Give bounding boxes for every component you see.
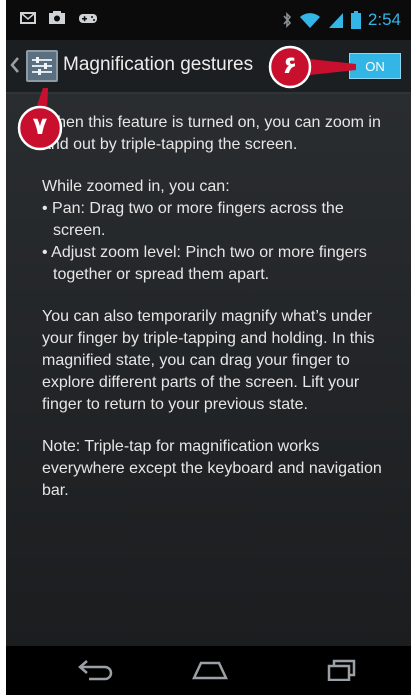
status-bar: 2:54 <box>6 0 411 40</box>
note-paragraph: Note: Triple-tap for magnification works… <box>42 438 382 499</box>
toggle-callout: ۶ <box>268 44 358 90</box>
description-text: When this feature is turned on, you can … <box>42 112 392 522</box>
clock: 2:54 <box>367 10 401 29</box>
email-icon <box>20 12 36 24</box>
accessibility-settings-icon[interactable] <box>26 50 58 82</box>
signal-icon <box>328 13 343 28</box>
zoom-intro: While zoomed in, you can: <box>42 178 230 195</box>
sliders-icon <box>32 57 52 75</box>
callout-number: ۶ <box>282 51 298 79</box>
temporary-magnify-paragraph: You can also temporarily magnify what’s … <box>42 308 375 413</box>
notification-icons <box>20 10 98 26</box>
intro-paragraph: When this feature is turned on, you can … <box>42 114 381 153</box>
wifi-icon <box>299 13 320 28</box>
page-title: Magnification gestures <box>63 54 254 75</box>
zoom-level-bullet: • Adjust zoom level: Pinch two or more f… <box>42 244 367 283</box>
gamepad-icon <box>79 14 97 23</box>
pan-bullet: • Pan: Drag two or more fingers across t… <box>42 200 344 239</box>
bluetooth-icon <box>283 12 291 28</box>
recent-apps-icon[interactable] <box>326 659 356 681</box>
callout-number: ۷ <box>32 112 48 140</box>
battery-icon <box>350 11 361 29</box>
up-caret-icon[interactable] <box>10 56 20 74</box>
navigation-bar <box>6 646 411 695</box>
system-status-icons: 2:54 <box>282 9 401 31</box>
photo-icon <box>49 11 65 24</box>
back-icon[interactable] <box>77 659 113 681</box>
home-icon[interactable] <box>191 660 229 680</box>
icon-callout: ۷ <box>14 84 68 154</box>
description-panel: When this feature is turned on, you can … <box>6 94 411 646</box>
